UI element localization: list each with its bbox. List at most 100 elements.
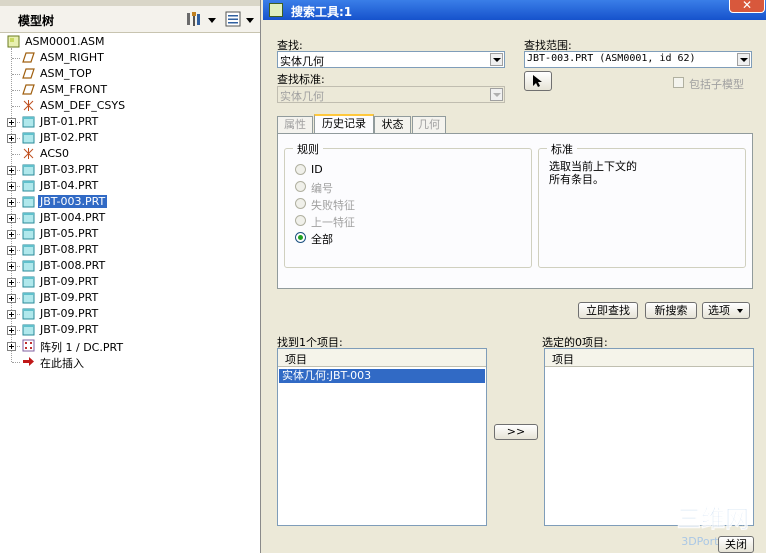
expand-toggle-icon[interactable] bbox=[7, 198, 16, 207]
tab-1[interactable]: 历史记录 bbox=[314, 114, 374, 134]
expand-toggle-icon[interactable] bbox=[7, 342, 16, 351]
tree-row[interactable]: 阵列 1 / DC.PRT bbox=[0, 338, 258, 354]
tree-branch-line bbox=[12, 106, 20, 107]
tree-columns-icon[interactable] bbox=[225, 11, 241, 27]
tree-node-label[interactable]: JBT-08.PRT bbox=[40, 243, 98, 256]
tree-row[interactable]: ASM_RIGHT bbox=[0, 50, 258, 66]
tree-node-label[interactable]: 阵列 1 / DC.PRT bbox=[40, 339, 123, 355]
selected-list-header[interactable]: 项目 bbox=[545, 349, 753, 367]
close-button[interactable]: 关闭 bbox=[718, 536, 754, 553]
tree-node-label[interactable]: 在此插入 bbox=[40, 355, 84, 371]
tree-row[interactable]: JBT-003.PRT bbox=[0, 194, 258, 210]
chevron-down-icon[interactable] bbox=[490, 88, 503, 101]
expand-toggle-icon[interactable] bbox=[7, 326, 16, 335]
cursor-arrow-icon bbox=[533, 75, 542, 87]
tree-node-label[interactable]: JBT-02.PRT bbox=[40, 131, 98, 144]
tree-node-label[interactable]: JBT-04.PRT bbox=[40, 179, 98, 192]
tree-node-label[interactable]: JBT-09.PRT bbox=[40, 275, 98, 288]
search-tool-dialog: 搜索工具:1 ✕ 查找: 实体几何 查找标准: 实体几何 查找范围: JBT-0… bbox=[263, 0, 766, 553]
tree-row[interactable]: JBT-01.PRT bbox=[0, 114, 258, 130]
datum-plane-icon bbox=[22, 84, 35, 95]
chevron-down-icon[interactable] bbox=[737, 53, 750, 66]
tree-node-label[interactable]: ACS0 bbox=[40, 147, 69, 160]
tree-node-label[interactable]: ASM_DEF_CSYS bbox=[40, 99, 125, 112]
found-items-list[interactable]: 项目 实体几何:JBT-003 bbox=[277, 348, 487, 526]
tree-settings-dropdown-icon[interactable] bbox=[208, 18, 216, 23]
expand-toggle-icon[interactable] bbox=[7, 278, 16, 287]
part-icon bbox=[22, 196, 35, 208]
part-icon bbox=[22, 308, 35, 320]
tree-row[interactable]: JBT-02.PRT bbox=[0, 130, 258, 146]
expand-toggle-icon[interactable] bbox=[7, 134, 16, 143]
add-to-selection-button[interactable]: >> bbox=[494, 424, 538, 440]
tab-2[interactable]: 状态 bbox=[374, 116, 411, 133]
tree-node-label[interactable]: JBT-004.PRT bbox=[40, 211, 105, 224]
chevron-down-icon[interactable] bbox=[490, 53, 503, 66]
tree-row[interactable]: ASM0001.ASM bbox=[0, 34, 258, 50]
part-icon bbox=[22, 276, 35, 288]
tree-row[interactable]: JBT-008.PRT bbox=[0, 258, 258, 274]
tree-row[interactable]: ASM_FRONT bbox=[0, 82, 258, 98]
expand-toggle-icon[interactable] bbox=[7, 166, 16, 175]
tree-node-label[interactable]: JBT-01.PRT bbox=[40, 115, 98, 128]
tree-node-label[interactable]: JBT-003.PRT bbox=[38, 195, 108, 208]
tree-row[interactable]: ASM_TOP bbox=[0, 66, 258, 82]
tree-row[interactable]: JBT-09.PRT bbox=[0, 274, 258, 290]
tree-node-label[interactable]: ASM_FRONT bbox=[40, 83, 107, 96]
expand-toggle-icon[interactable] bbox=[7, 230, 16, 239]
new-search-button[interactable]: 新搜索 bbox=[645, 302, 697, 319]
expand-toggle-icon[interactable] bbox=[7, 262, 16, 271]
criteria-group-title: 标准 bbox=[547, 141, 577, 157]
tree-row[interactable]: JBT-05.PRT bbox=[0, 226, 258, 242]
tree-node-label[interactable]: JBT-008.PRT bbox=[40, 259, 105, 272]
look-for-select[interactable]: 实体几何 bbox=[277, 51, 505, 68]
rule-radio-0[interactable] bbox=[295, 164, 306, 175]
expand-toggle-icon[interactable] bbox=[7, 214, 16, 223]
list-item[interactable]: 实体几何:JBT-003 bbox=[279, 369, 485, 383]
tree-branch-line bbox=[12, 74, 20, 75]
select-context-button[interactable] bbox=[524, 71, 552, 91]
tree-node-label[interactable]: ASM_TOP bbox=[40, 67, 92, 80]
tree-node-label[interactable]: JBT-03.PRT bbox=[40, 163, 98, 176]
insert-here-arrow-icon bbox=[23, 357, 34, 366]
tree-branch-line bbox=[12, 90, 20, 91]
dialog-title-bar[interactable]: 搜索工具:1 ✕ bbox=[263, 0, 766, 20]
rules-group: 规则 ID 编号 失败特征 上一特征 全部 bbox=[284, 141, 532, 268]
tree-row[interactable]: 在此插入 bbox=[0, 354, 258, 370]
tree-row[interactable]: JBT-08.PRT bbox=[0, 242, 258, 258]
tree-row[interactable]: ACS0 bbox=[0, 146, 258, 162]
part-icon bbox=[22, 212, 35, 224]
tree-node-label[interactable]: JBT-09.PRT bbox=[40, 291, 98, 304]
window-close-button[interactable]: ✕ bbox=[729, 0, 765, 13]
part-icon bbox=[22, 260, 35, 272]
look-by-select[interactable]: 实体几何 bbox=[277, 86, 505, 103]
tree-node-label[interactable]: ASM0001.ASM bbox=[25, 35, 105, 48]
tree-row[interactable]: JBT-09.PRT bbox=[0, 306, 258, 322]
rule-radio-label: 上一特征 bbox=[311, 216, 355, 229]
tree-row[interactable]: ASM_DEF_CSYS bbox=[0, 98, 258, 114]
expand-toggle-icon[interactable] bbox=[7, 182, 16, 191]
found-list-header[interactable]: 项目 bbox=[278, 349, 486, 367]
criteria-text: 选取当前上下文的所有条目。 bbox=[549, 160, 637, 186]
find-now-button[interactable]: 立即查找 bbox=[578, 302, 638, 319]
tree-node-label[interactable]: JBT-05.PRT bbox=[40, 227, 98, 240]
expand-toggle-icon[interactable] bbox=[7, 118, 16, 127]
rule-radio-4[interactable] bbox=[295, 232, 306, 243]
tree-node-label[interactable]: JBT-09.PRT bbox=[40, 307, 98, 320]
look-in-select[interactable]: JBT-003.PRT (ASM0001, id 62) bbox=[524, 51, 752, 68]
tree-row[interactable]: JBT-004.PRT bbox=[0, 210, 258, 226]
include-submodels-checkbox[interactable] bbox=[673, 77, 684, 88]
options-button[interactable]: 选项 bbox=[702, 302, 750, 319]
tree-row[interactable]: JBT-09.PRT bbox=[0, 322, 258, 338]
expand-toggle-icon[interactable] bbox=[7, 294, 16, 303]
tree-node-label[interactable]: ASM_RIGHT bbox=[40, 51, 104, 64]
tree-row[interactable]: JBT-03.PRT bbox=[0, 162, 258, 178]
tree-settings-icon[interactable] bbox=[186, 11, 202, 27]
expand-toggle-icon[interactable] bbox=[7, 310, 16, 319]
tree-row[interactable]: JBT-04.PRT bbox=[0, 178, 258, 194]
tree-columns-dropdown-icon[interactable] bbox=[246, 18, 254, 23]
tree-node-label[interactable]: JBT-09.PRT bbox=[40, 323, 98, 336]
tree-row[interactable]: JBT-09.PRT bbox=[0, 290, 258, 306]
csys-icon bbox=[23, 148, 34, 159]
expand-toggle-icon[interactable] bbox=[7, 246, 16, 255]
